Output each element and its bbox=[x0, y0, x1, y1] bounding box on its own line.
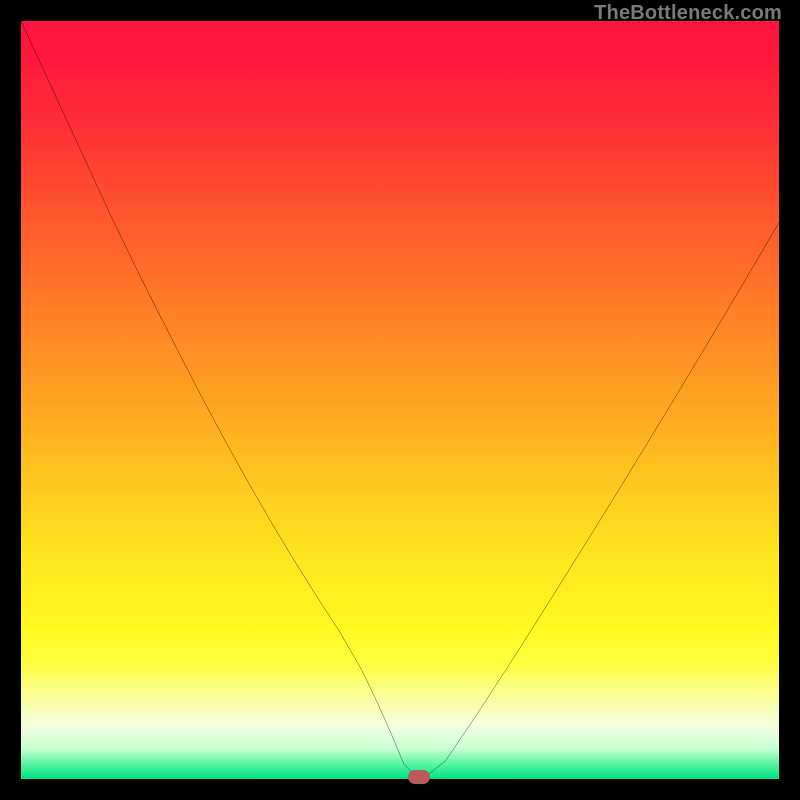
bottleneck-curve bbox=[21, 21, 779, 779]
plot-area bbox=[21, 21, 779, 779]
chart-frame: TheBottleneck.com bbox=[0, 0, 800, 800]
optimal-point-marker bbox=[408, 770, 430, 784]
